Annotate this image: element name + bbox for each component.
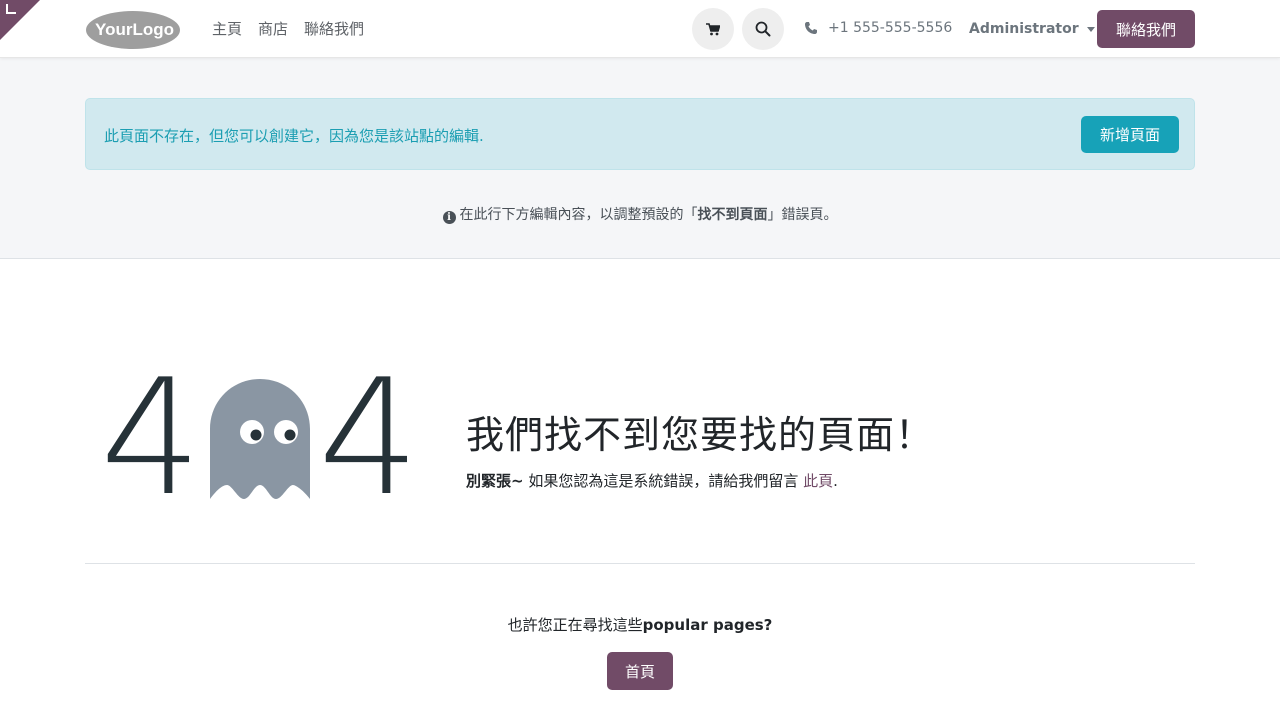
create-page-button[interactable]: 新增頁面 xyxy=(1081,116,1179,153)
edit-corner-flag[interactable] xyxy=(0,0,40,40)
main-nav: 主頁 商店 聯絡我們 xyxy=(212,18,364,39)
edit-corner-icon xyxy=(6,4,16,14)
editor-notice-area: 此頁面不存在，但您可以創建它，因為您是該站點的編輯. 新增頁面 i 在此行下方編輯… xyxy=(0,58,1280,259)
ghost-illustration xyxy=(210,379,310,499)
hint-suffix: 」錯誤頁。 xyxy=(767,207,838,223)
nav-item-shop[interactable]: 商店 xyxy=(258,18,288,39)
home-page-button[interactable]: 首頁 xyxy=(607,652,673,690)
error-digit-left: 4 xyxy=(100,344,202,531)
cart-icon xyxy=(706,22,720,35)
nav-item-contact[interactable]: 聯絡我們 xyxy=(304,18,364,39)
logo-text: YourLogo xyxy=(95,20,174,39)
error-headline: 我們找不到您要找的頁面！ xyxy=(466,413,935,457)
popular-prefix: 也許您正在尋找這些 xyxy=(507,616,643,634)
site-header: YourLogo 主頁 商店 聯絡我們 +1 555-555-5556 Admi… xyxy=(0,0,1280,58)
error-digit-right: 4 xyxy=(318,344,420,531)
search-icon xyxy=(755,21,771,37)
sub-bold: 別緊張~ xyxy=(466,472,524,490)
sub-end: . xyxy=(833,472,838,490)
phone-number: +1 555-555-5556 xyxy=(828,20,953,36)
nav-item-home[interactable]: 主頁 xyxy=(212,18,242,39)
popular-pages-text: 也許您正在尋找這些popular pages? xyxy=(0,614,1280,635)
site-logo[interactable]: YourLogo xyxy=(85,10,181,50)
alert-message: 此頁面不存在，但您可以創建它，因為您是該站點的編輯. xyxy=(104,127,484,145)
error-subtext: 別緊張~ 如果您認為這是系統錯誤，請給我們留言 此頁. xyxy=(466,470,838,491)
hint-bold: 找不到頁面 xyxy=(697,207,768,223)
sub-text: 如果您認為這是系統錯誤，請給我們留言 xyxy=(523,472,804,490)
contact-this-page-link[interactable]: 此頁 xyxy=(803,472,833,490)
user-name: Administrator xyxy=(969,21,1079,37)
chevron-down-icon xyxy=(1086,26,1095,32)
user-menu[interactable]: Administrator xyxy=(969,21,1095,37)
phone-icon xyxy=(805,22,817,34)
info-icon: i xyxy=(442,211,456,224)
page-missing-alert: 此頁面不存在，但您可以創建它，因為您是該站點的編輯. 新增頁面 xyxy=(85,98,1195,170)
edit-hint: i 在此行下方編輯內容，以調整預設的「找不到頁面」錯誤頁。 xyxy=(0,204,1280,224)
phone-contact[interactable]: +1 555-555-5556 xyxy=(804,20,952,36)
popular-bold: popular pages? xyxy=(642,616,773,634)
hint-prefix: 在此行下方編輯內容，以調整預設的「 xyxy=(459,207,698,223)
contact-us-button[interactable]: 聯絡我們 xyxy=(1097,10,1195,48)
section-divider xyxy=(85,563,1195,564)
cart-button[interactable] xyxy=(692,8,734,50)
search-button[interactable] xyxy=(742,8,784,50)
